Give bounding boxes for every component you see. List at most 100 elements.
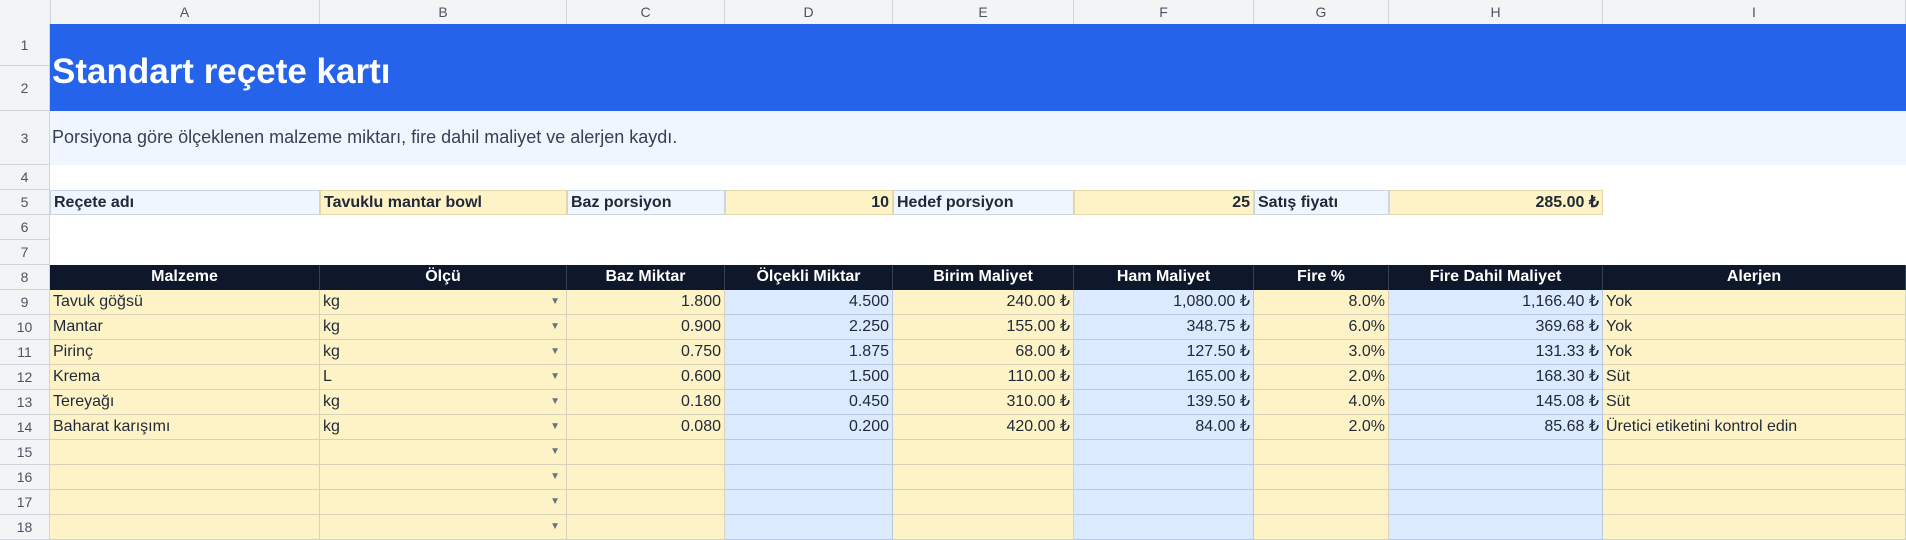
base-portion-label[interactable]: Baz porsiyon (567, 190, 725, 215)
cost-with-waste-cell[interactable]: 1,166.40 ₺ (1389, 290, 1603, 315)
unit-cost-cell[interactable] (893, 465, 1074, 490)
row-header-9[interactable]: 9 (0, 290, 50, 315)
allergen-cell[interactable] (1603, 490, 1906, 515)
raw-cost-cell[interactable]: 348.75 ₺ (1074, 315, 1254, 340)
header-baz-miktar[interactable]: Baz Miktar (567, 265, 725, 290)
base-qty-cell[interactable] (567, 465, 725, 490)
base-qty-cell[interactable]: 1.800 (567, 290, 725, 315)
waste-percent-cell[interactable] (1254, 465, 1389, 490)
scaled-qty-cell[interactable] (725, 440, 893, 465)
unit-cost-cell[interactable]: 68.00 ₺ (893, 340, 1074, 365)
unit-cost-cell[interactable]: 420.00 ₺ (893, 415, 1074, 440)
dropdown-arrow-icon[interactable]: ▼ (550, 415, 560, 439)
unit-select[interactable]: ▼ (320, 440, 567, 465)
dropdown-arrow-icon[interactable]: ▼ (550, 290, 560, 314)
ingredient-name-cell[interactable]: Krema (50, 365, 320, 390)
waste-percent-cell[interactable]: 2.0% (1254, 365, 1389, 390)
header-olcekli-miktar[interactable]: Ölçekli Miktar (725, 265, 893, 290)
ingredient-name-cell[interactable]: Pirinç (50, 340, 320, 365)
cost-with-waste-cell[interactable] (1389, 465, 1603, 490)
header-fire-dahil-maliyet[interactable]: Fire Dahil Maliyet (1389, 265, 1603, 290)
target-portion-label[interactable]: Hedef porsiyon (893, 190, 1074, 215)
dropdown-arrow-icon[interactable]: ▼ (550, 390, 560, 414)
row-header-17[interactable]: 17 (0, 490, 50, 515)
column-header-b[interactable]: B (320, 0, 567, 24)
cost-with-waste-cell[interactable]: 145.08 ₺ (1389, 390, 1603, 415)
recipe-name-value[interactable]: Tavuklu mantar bowl (320, 190, 567, 215)
row-header-5[interactable]: 5 (0, 190, 50, 215)
column-header-g[interactable]: G (1254, 0, 1389, 24)
column-header-h[interactable]: H (1389, 0, 1603, 24)
waste-percent-cell[interactable]: 3.0% (1254, 340, 1389, 365)
base-qty-cell[interactable]: 0.600 (567, 365, 725, 390)
cost-with-waste-cell[interactable]: 85.68 ₺ (1389, 415, 1603, 440)
row-header-10[interactable]: 10 (0, 315, 50, 340)
dropdown-arrow-icon[interactable]: ▼ (550, 465, 560, 489)
header-fire-percent[interactable]: Fire % (1254, 265, 1389, 290)
row-header-1[interactable]: 1 (0, 24, 50, 66)
allergen-cell[interactable]: Süt (1603, 365, 1906, 390)
base-qty-cell[interactable]: 0.900 (567, 315, 725, 340)
row-header-7[interactable]: 7 (0, 240, 50, 265)
select-all-corner[interactable] (0, 0, 51, 24)
ingredient-name-cell[interactable] (50, 490, 320, 515)
unit-cost-cell[interactable] (893, 490, 1074, 515)
header-ham-maliyet[interactable]: Ham Maliyet (1074, 265, 1254, 290)
waste-percent-cell[interactable] (1254, 440, 1389, 465)
dropdown-arrow-icon[interactable]: ▼ (550, 365, 560, 389)
row-header-3[interactable]: 3 (0, 111, 50, 165)
scaled-qty-cell[interactable] (725, 465, 893, 490)
allergen-cell[interactable] (1603, 515, 1906, 540)
base-qty-cell[interactable] (567, 490, 725, 515)
raw-cost-cell[interactable]: 84.00 ₺ (1074, 415, 1254, 440)
raw-cost-cell[interactable] (1074, 440, 1254, 465)
column-header-f[interactable]: F (1074, 0, 1254, 24)
header-alerjen[interactable]: Alerjen (1603, 265, 1906, 290)
row-header-15[interactable]: 15 (0, 440, 50, 465)
scaled-qty-cell[interactable]: 4.500 (725, 290, 893, 315)
unit-cost-cell[interactable]: 310.00 ₺ (893, 390, 1074, 415)
raw-cost-cell[interactable]: 139.50 ₺ (1074, 390, 1254, 415)
row-header-16[interactable]: 16 (0, 465, 50, 490)
unit-cost-cell[interactable]: 155.00 ₺ (893, 315, 1074, 340)
header-birim-maliyet[interactable]: Birim Maliyet (893, 265, 1074, 290)
waste-percent-cell[interactable]: 4.0% (1254, 390, 1389, 415)
unit-select[interactable]: kg ▼ (320, 290, 567, 315)
unit-select[interactable]: kg ▼ (320, 340, 567, 365)
row-header-14[interactable]: 14 (0, 415, 50, 440)
dropdown-arrow-icon[interactable]: ▼ (550, 515, 560, 539)
cost-with-waste-cell[interactable]: 131.33 ₺ (1389, 340, 1603, 365)
cost-with-waste-cell[interactable]: 369.68 ₺ (1389, 315, 1603, 340)
unit-select[interactable]: ▼ (320, 465, 567, 490)
header-malzeme[interactable]: Malzeme (50, 265, 320, 290)
unit-select[interactable]: kg ▼ (320, 315, 567, 340)
allergen-cell[interactable] (1603, 465, 1906, 490)
raw-cost-cell[interactable] (1074, 465, 1254, 490)
scaled-qty-cell[interactable]: 0.450 (725, 390, 893, 415)
cost-with-waste-cell[interactable] (1389, 515, 1603, 540)
unit-select[interactable]: ▼ (320, 515, 567, 540)
ingredient-name-cell[interactable]: Tavuk göğsü (50, 290, 320, 315)
scaled-qty-cell[interactable]: 1.875 (725, 340, 893, 365)
row-header-4[interactable]: 4 (0, 165, 50, 190)
dropdown-arrow-icon[interactable]: ▼ (550, 340, 560, 364)
row-header-8[interactable]: 8 (0, 265, 50, 290)
column-header-i[interactable]: I (1603, 0, 1906, 24)
dropdown-arrow-icon[interactable]: ▼ (550, 440, 560, 464)
waste-percent-cell[interactable]: 6.0% (1254, 315, 1389, 340)
allergen-cell[interactable]: Üretici etiketini kontrol edin (1603, 415, 1906, 440)
base-qty-cell[interactable]: 0.180 (567, 390, 725, 415)
unit-cost-cell[interactable] (893, 515, 1074, 540)
row-header-11[interactable]: 11 (0, 340, 50, 365)
waste-percent-cell[interactable]: 2.0% (1254, 415, 1389, 440)
scaled-qty-cell[interactable]: 1.500 (725, 365, 893, 390)
recipe-name-label[interactable]: Reçete adı (50, 190, 320, 215)
raw-cost-cell[interactable]: 127.50 ₺ (1074, 340, 1254, 365)
sheet-subtitle[interactable]: Porsiyona göre ölçeklenen malzeme miktar… (52, 111, 677, 163)
column-header-c[interactable]: C (567, 0, 725, 24)
waste-percent-cell[interactable] (1254, 490, 1389, 515)
scaled-qty-cell[interactable] (725, 490, 893, 515)
ingredient-name-cell[interactable]: Tereyağı (50, 390, 320, 415)
target-portion-value[interactable]: 25 (1074, 190, 1254, 215)
cost-with-waste-cell[interactable]: 168.30 ₺ (1389, 365, 1603, 390)
